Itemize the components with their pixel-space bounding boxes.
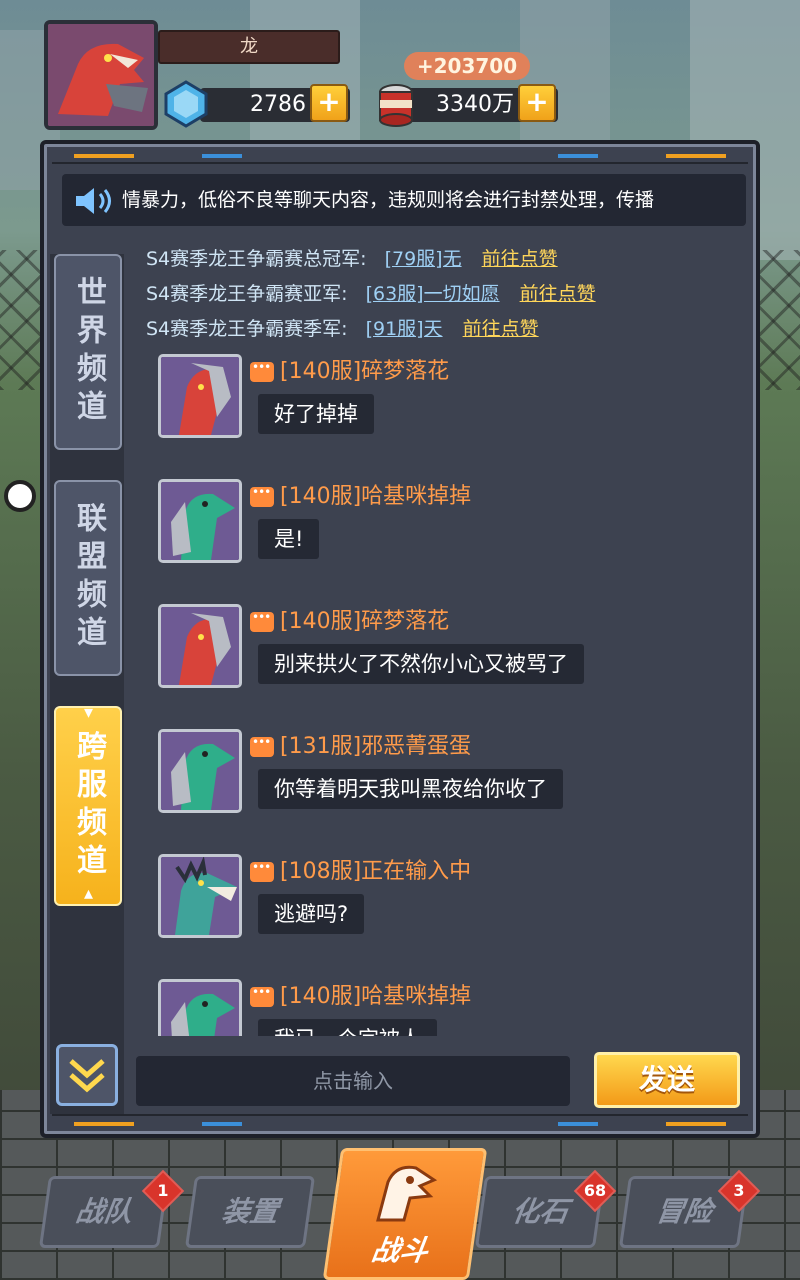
champion-line: S4赛季龙王争霸赛季军: [91服]天 前往点赞 [146,314,539,344]
speaker-icon [76,188,111,214]
champion-server-link[interactable]: [63服]一切如愿 [366,283,500,305]
border-decoration [558,1122,598,1126]
border-decoration [558,154,598,158]
border-decoration [74,1122,134,1126]
chat-panel: 情暴力，低俗不良等聊天内容，违规则将会进行封禁处理，传播 世界频道 联盟频道 跨… [40,140,760,1138]
sender-avatar[interactable] [158,854,242,938]
like-link[interactable]: 前往点赞 [463,318,539,340]
message-bubble: 是! [258,519,320,559]
meat-can-icon [372,80,420,128]
champion-line: S4赛季龙王争霸赛总冠军: [79服]无 前往点赞 [146,244,558,274]
border-decoration [666,1122,726,1126]
champion-server-link[interactable]: [91服]天 [366,318,443,340]
champion-title: S4赛季龙王争霸赛季军: [146,318,348,340]
border-decoration [666,154,726,158]
announcement-bar: 情暴力，低俗不良等聊天内容，违规则将会进行封禁处理，传播 [62,174,746,226]
like-link[interactable]: 前往点赞 [520,283,596,305]
chat-bubble-icon [250,485,274,507]
like-link[interactable]: 前往点赞 [482,248,558,270]
teal-spiky-dino-icon [161,857,239,935]
chat-bubble-icon [250,360,274,382]
sender-name[interactable]: [140服]哈基咪掉掉 [280,979,471,1015]
red-armored-dino-icon [161,607,239,685]
announcement-text: 情暴力，低俗不良等聊天内容，违规则将会进行封禁处理，传播 [122,189,655,211]
dino-skull-icon [376,1165,438,1222]
send-button[interactable]: 发送 [594,1052,740,1108]
bottom-navigation: 战队 装置 战斗 化石 冒险 1 68 3 [0,1140,800,1280]
champion-line: S4赛季龙王争霸赛亚军: [63服]一切如愿 前往点赞 [146,279,596,309]
chat-bubble-icon [250,860,274,882]
double-chevron-down-icon [69,1059,105,1093]
border-decoration [202,1122,242,1126]
message-bubble: 逃避吗? [258,894,365,934]
tab-world-channel[interactable]: 世界频道 [54,254,122,450]
sender-name[interactable]: [108服]正在输入中 [280,854,471,890]
champion-title: S4赛季龙王争霸赛总冠军: [146,248,367,270]
sender-name[interactable]: [140服]碎梦落花 [280,604,449,640]
green-armored-dino-icon [161,482,239,560]
sender-avatar[interactable] [158,354,242,438]
champion-title: S4赛季龙王争霸赛亚军: [146,283,348,305]
channel-tabs: 世界频道 联盟频道 跨服频道 [50,254,124,1114]
red-armored-dino-icon [161,357,239,435]
gem-icon [162,80,210,128]
message-bubble: 我已一个字被人 [258,1019,437,1036]
chat-message: [140服]哈基咪掉掉 是! [158,479,718,589]
sender-avatar[interactable] [158,729,242,813]
message-bubble: 你等着明天我叫黑夜给你收了 [258,769,563,809]
message-bubble: 好了掉掉 [258,394,374,434]
chat-bubble-icon [250,985,274,1007]
red-dino-avatar-icon [48,24,154,126]
tab-cross-server-channel[interactable]: 跨服频道 [54,702,122,912]
panel-bottom-border [52,1114,748,1130]
tab-alliance-channel[interactable]: 联盟频道 [54,480,122,676]
sender-avatar[interactable] [158,979,242,1036]
add-food-button[interactable]: + [518,84,556,122]
chat-message: [140服]碎梦落花 别来拱火了不然你小心又被骂了 [158,604,718,714]
chat-message: [140服]碎梦落花 好了掉掉 [158,354,718,464]
green-armored-dino-icon [161,982,239,1036]
add-gems-button[interactable]: + [310,84,348,122]
floating-assist-button[interactable] [4,480,36,512]
chat-message: [140服]哈基咪掉掉 我已一个字被人 [158,979,718,1036]
sender-avatar[interactable] [158,479,242,563]
border-decoration [202,154,242,158]
chat-bubble-icon [250,610,274,632]
border-decoration [74,154,134,158]
message-bubble: 别来拱火了不然你小心又被骂了 [258,644,584,684]
collapse-chat-button[interactable] [56,1044,118,1106]
chat-bubble-icon [250,735,274,757]
chat-input[interactable]: 点击输入 [136,1056,570,1106]
player-avatar[interactable] [44,20,158,130]
panel-top-border [52,148,748,164]
sender-name[interactable]: [131服]邪恶菁蛋蛋 [280,729,471,765]
champion-server-link[interactable]: [79服]无 [385,248,462,270]
sender-avatar[interactable] [158,604,242,688]
sender-name[interactable]: [140服]哈基咪掉掉 [280,479,471,515]
chat-message: [131服]邪恶菁蛋蛋 你等着明天我叫黑夜给你收了 [158,729,718,839]
sender-name[interactable]: [140服]碎梦落花 [280,354,449,390]
nav-equipment-button[interactable]: 装置 [184,1176,316,1248]
chat-messages[interactable]: S4赛季龙王争霸赛总冠军: [79服]无 前往点赞 S4赛季龙王争霸赛亚军: [63服… [134,236,746,1036]
green-armored-dino-icon [161,732,239,810]
player-name: 龙 [158,30,340,64]
chat-message: [108服]正在输入中 逃避吗? [158,854,718,964]
food-gain-badge: +203700 [404,52,530,80]
